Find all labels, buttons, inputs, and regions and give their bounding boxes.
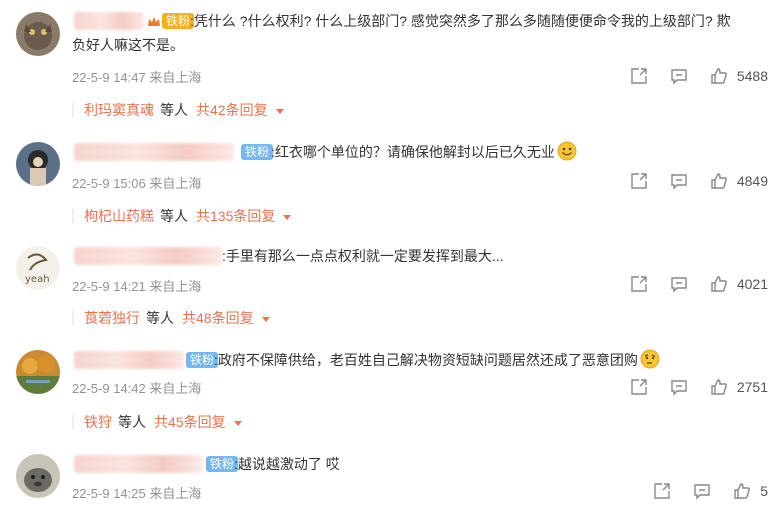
- comment-item: 铁粉 :凭什么 ?什么权利? 什么上级部门? 感觉突然多了那么多随随便便命令我的…: [0, 0, 780, 130]
- share-button[interactable]: [652, 481, 672, 501]
- comment-button[interactable]: [692, 481, 712, 501]
- reply-user[interactable]: 莨菪独行: [84, 308, 140, 328]
- comment-item: 铁粉 :政府不保障供给，老百姓自己解决物资短缺问题居然还成了恶意团购 22-5-…: [0, 340, 780, 444]
- share-button[interactable]: [629, 171, 649, 191]
- comment-text-line2: 负好人嘛这不是。: [72, 37, 184, 53]
- thumbs-up-icon: [734, 483, 751, 499]
- thumbs-up-icon: [711, 68, 727, 84]
- comment-text: :凭什么 ?什么权利? 什么上级部门? 感觉突然多了那么多随随便便命令我的上级部…: [190, 13, 731, 29]
- reply-mid: 等人: [118, 414, 146, 430]
- reply-divider: [72, 103, 74, 117]
- share-icon: [631, 173, 647, 189]
- avatar[interactable]: [16, 12, 60, 56]
- chevron-down-icon[interactable]: [275, 108, 284, 114]
- chevron-down-icon[interactable]: [283, 214, 292, 220]
- action-bar: 4849: [609, 171, 768, 191]
- comment-item: 铁粉 :红衣哪个单位的？请确保他解封以后已久无业 22-5-9 15:06 来自…: [0, 130, 780, 234]
- reply-total[interactable]: 共135条回复: [196, 206, 275, 226]
- reply-divider: [72, 415, 74, 429]
- share-icon: [654, 483, 670, 499]
- like-count: 5: [760, 483, 768, 499]
- comment-icon: [671, 277, 687, 293]
- share-button[interactable]: [629, 377, 649, 397]
- comment-item: 铁粉 :越说越激动了 哎 22-5-9 14:25 来自上海 5: [0, 444, 780, 517]
- reply-total[interactable]: 共48条回复: [182, 308, 254, 328]
- like-button[interactable]: [709, 377, 729, 397]
- reply-user[interactable]: 铁狩: [84, 412, 112, 432]
- like-button[interactable]: [732, 481, 752, 501]
- share-icon: [631, 276, 647, 292]
- comment-button[interactable]: [669, 66, 689, 86]
- reply-mid: 等人: [146, 310, 174, 326]
- username-blurred[interactable]: [74, 351, 184, 369]
- svg-text:yeah: yeah: [25, 274, 50, 285]
- like-button[interactable]: [709, 274, 729, 294]
- comment-button[interactable]: [669, 377, 689, 397]
- avatar[interactable]: [16, 454, 60, 498]
- comment-text: :红衣哪个单位的？请确保他解封以后已久无业: [271, 141, 577, 163]
- thinking-emoji-icon: [640, 349, 660, 369]
- thumbs-up-icon: [711, 276, 727, 292]
- comment-text-body: :红衣哪个单位的？请确保他解封以后已久无业: [271, 144, 555, 160]
- comment-item: yeah ‌:手里有那么一点点权利就一定要发挥到最大... 22-5-9 14:…: [0, 234, 780, 340]
- crown-icon: [148, 17, 160, 26]
- username-blurred[interactable]: [74, 143, 234, 161]
- timestamp: 22-5-9 14:21 来自上海: [72, 279, 202, 294]
- comment-text: :政府不保障供给，老百姓自己解决物资短缺问题居然还成了恶意团购: [214, 349, 660, 371]
- reply-divider: [72, 311, 74, 325]
- smile-emoji-icon: [557, 141, 577, 161]
- comment-text-body: :政府不保障供给，老百姓自己解决物资短缺问题居然还成了恶意团购: [214, 352, 638, 368]
- like-count: 2751: [736, 379, 768, 395]
- comment-icon: [671, 69, 687, 85]
- reply-summary[interactable]: 莨菪独行 等人 共48条回复: [84, 308, 270, 328]
- username-blurred[interactable]: [74, 12, 144, 30]
- share-button[interactable]: [629, 66, 649, 86]
- like-button[interactable]: [709, 171, 729, 191]
- like-count: 4021: [736, 276, 768, 292]
- timestamp: 22-5-9 14:25 来自上海: [72, 486, 202, 501]
- comment-button[interactable]: [669, 171, 689, 191]
- action-bar: 4021: [609, 274, 768, 294]
- avatar[interactable]: [16, 350, 60, 394]
- reply-mid: 等人: [160, 102, 188, 118]
- reply-total[interactable]: 共45条回复: [154, 412, 226, 432]
- comment-button[interactable]: [669, 274, 689, 294]
- comment-text: ‌:手里有那么一点点权利就一定要发挥到最大...: [222, 248, 504, 264]
- reply-summary[interactable]: 利玛窦真魂 等人 共42条回复: [84, 100, 284, 120]
- comment-icon: [671, 380, 687, 396]
- username-blurred[interactable]: [74, 247, 222, 265]
- share-button[interactable]: [629, 274, 649, 294]
- like-button[interactable]: [709, 66, 729, 86]
- fan-badge: 铁粉: [241, 144, 274, 160]
- reply-divider: [72, 209, 74, 223]
- timestamp: 22-5-9 15:06 来自上海: [72, 176, 202, 191]
- action-bar: 2751: [609, 377, 768, 397]
- comment-text: :越说越激动了 哎: [234, 456, 340, 472]
- avatar[interactable]: yeah: [16, 246, 60, 290]
- like-count: 4849: [736, 173, 768, 189]
- like-count: 5488: [736, 68, 768, 84]
- timestamp: 22-5-9 14:47 来自上海: [72, 70, 202, 85]
- timestamp: 22-5-9 14:42 来自上海: [72, 381, 202, 396]
- share-icon: [631, 68, 647, 84]
- action-bar: 5488: [609, 66, 768, 86]
- chevron-down-icon[interactable]: [233, 420, 242, 426]
- action-bar: 5: [632, 481, 768, 501]
- username-blurred[interactable]: [74, 455, 202, 473]
- reply-total[interactable]: 共42条回复: [196, 100, 268, 120]
- comment-icon: [694, 484, 710, 500]
- reply-mid: 等人: [160, 208, 188, 224]
- reply-user[interactable]: 枸杞山药糕: [84, 206, 154, 226]
- comment-icon: [671, 174, 687, 190]
- reply-user[interactable]: 利玛窦真魂: [84, 100, 154, 120]
- reply-summary[interactable]: 枸杞山药糕 等人 共135条回复: [84, 206, 292, 226]
- reply-summary[interactable]: 铁狩 等人 共45条回复: [84, 412, 242, 432]
- thumbs-up-icon: [711, 379, 727, 395]
- share-icon: [631, 379, 647, 395]
- chevron-down-icon[interactable]: [261, 316, 270, 322]
- avatar[interactable]: [16, 142, 60, 186]
- thumbs-up-icon: [711, 173, 727, 189]
